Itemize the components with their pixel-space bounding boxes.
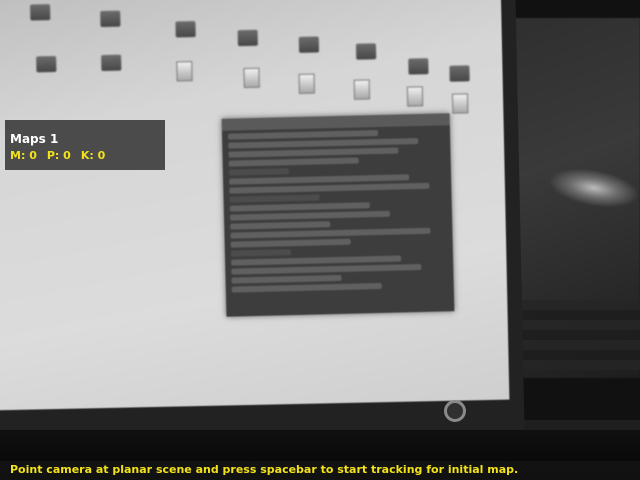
map-info-panel: Maps 1 M: 0 P: 0 K: 0 xyxy=(5,120,165,170)
desktop-folder-icon xyxy=(17,55,75,75)
desktop-folder-icon xyxy=(11,4,69,23)
map-stat-m-label: M: xyxy=(10,149,26,162)
desktop-file-icon xyxy=(278,73,336,96)
desktop-file-icon xyxy=(333,79,391,102)
map-stat-k-value: 0 xyxy=(97,149,106,162)
desktop-folder-icon xyxy=(280,36,338,55)
map-stat-m: M: 0 xyxy=(10,149,37,162)
map-stat-p-label: P: xyxy=(46,149,60,162)
monitor-power-button xyxy=(444,400,466,422)
map-stat-k: K: 0 xyxy=(81,149,105,162)
map-stat-p-value: 0 xyxy=(63,149,71,162)
map-stat-p: P: 0 xyxy=(47,149,71,162)
status-message: Point camera at planar scene and press s… xyxy=(10,463,519,476)
secondary-monitor-panel xyxy=(510,300,640,370)
desktop-folder-icon xyxy=(219,29,277,48)
map-count-label: Maps 1 xyxy=(10,132,59,146)
desktop-folder-icon xyxy=(337,43,395,62)
camera-feed xyxy=(0,0,640,480)
desktop-folder-icon xyxy=(81,10,139,29)
desktop-file-icon xyxy=(222,67,280,90)
desktop-folder-icon xyxy=(156,21,214,40)
terminal-window xyxy=(221,113,455,317)
desktop-file-icon xyxy=(155,61,213,84)
status-bar: Point camera at planar scene and press s… xyxy=(0,461,640,480)
map-stat-m-value: 0 xyxy=(29,149,37,162)
desktop-folder-icon xyxy=(430,65,488,84)
map-stat-k-label: K: xyxy=(80,149,94,162)
desktop-archive-icon xyxy=(82,54,140,73)
map-stats: M: 0 P: 0 K: 0 xyxy=(10,149,105,162)
